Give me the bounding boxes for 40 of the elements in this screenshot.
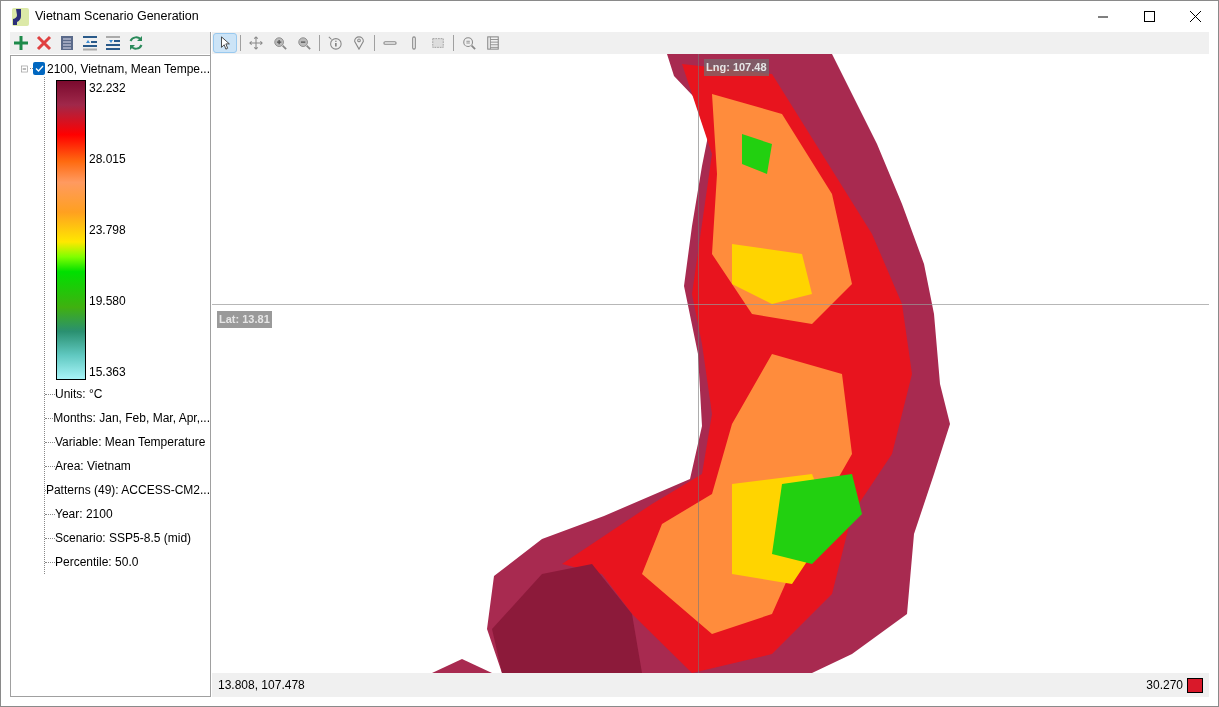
refresh-icon[interactable]: [128, 35, 144, 51]
layer-property: Percentile: 50.0: [55, 554, 139, 571]
latitude-label: Lat: 13.81: [217, 311, 272, 328]
selection-rectangle-icon: [431, 36, 445, 50]
maximize-icon[interactable]: [1144, 11, 1155, 22]
window-title: Vietnam Scenario Generation: [35, 8, 199, 26]
zoom-out-icon: [297, 36, 311, 50]
layer-property: Year: 2100: [55, 506, 113, 523]
coordinates-readout: 13.808, 107.478: [218, 677, 305, 694]
close-icon[interactable]: [1190, 11, 1201, 22]
layer-property: Units: °C: [55, 386, 103, 403]
tool-button[interactable]: [213, 33, 237, 53]
list-icon[interactable]: [59, 35, 75, 51]
legend-tick-label: 32.232: [89, 81, 126, 95]
remove-icon[interactable]: [36, 35, 52, 51]
legend-tick-label: 23.798: [89, 223, 126, 237]
pan-icon: [249, 36, 263, 50]
pointer-icon: [218, 36, 232, 50]
layer-property: Variable: Mean Temperature: [55, 434, 206, 451]
value-color-swatch: [1187, 677, 1203, 693]
move-down-icon[interactable]: [105, 35, 121, 51]
legend-tick-label: 15.363: [89, 365, 126, 379]
move-up-icon[interactable]: [82, 35, 98, 51]
layer-checkbox[interactable]: [33, 62, 45, 75]
longitude-label: Lng: 107.48: [704, 59, 769, 76]
layer-property: Area: Vietnam: [55, 458, 131, 475]
value-readout: 30.270: [1146, 677, 1183, 694]
layer-property: Scenario: SSP5-8.5 (mid): [55, 530, 192, 547]
app-logo-icon: [12, 7, 29, 26]
magnifier-icon: [462, 36, 476, 50]
pin-icon: [352, 36, 366, 50]
zoom-in-icon: [273, 36, 287, 50]
legend-tick-label: 19.580: [89, 294, 126, 308]
add-icon[interactable]: [13, 35, 29, 51]
table-icon: [486, 36, 500, 50]
layer-property: Patterns (49): ACCESS-CM2...: [45, 482, 210, 499]
layer-property: Months: Jan, Feb, Mar, Apr,...: [53, 410, 210, 427]
legend-tick-label: 28.015: [89, 152, 126, 166]
layer-name[interactable]: 2100, Vietnam, Mean Tempe...: [47, 59, 210, 78]
info-icon: [328, 36, 342, 50]
